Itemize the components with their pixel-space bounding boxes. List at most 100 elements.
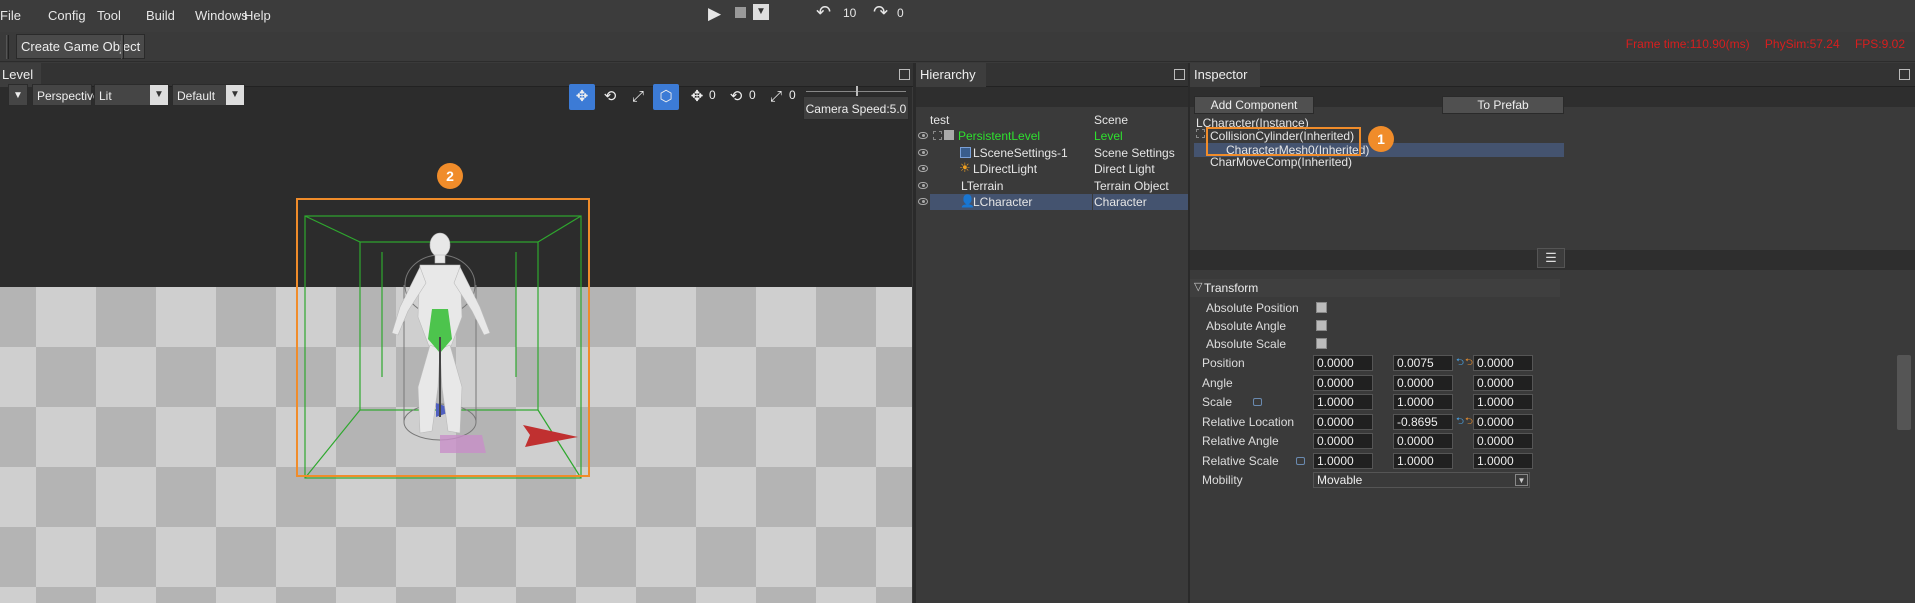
menu-windows[interactable]: Windows [195, 8, 248, 23]
dock-pin-icon[interactable] [1899, 69, 1910, 80]
menu-tool[interactable]: Tool [97, 8, 121, 23]
hierarchy-row-scenesettings[interactable]: LSceneSettings-1 Scene Settings [916, 145, 1188, 161]
visibility-eye-icon[interactable] [918, 198, 928, 205]
angle-x-field[interactable]: 0.0000 [1313, 375, 1373, 391]
collapse-toggle-icon[interactable] [1196, 129, 1205, 138]
hierarchy-search-input[interactable] [916, 87, 1188, 107]
transform-section-header[interactable]: ▽ Transform [1190, 279, 1560, 297]
relative-scale-label: Relative Scale [1202, 454, 1279, 468]
hierarchy-item-label: LTerrain [961, 179, 1004, 193]
visibility-eye-icon[interactable] [918, 149, 928, 156]
create-game-object-button[interactable]: Create Game Object [16, 34, 146, 59]
menu-build[interactable]: Build [146, 8, 175, 23]
hierarchy-item-type: Terrain Object [1094, 179, 1169, 193]
viewport-options-icon[interactable]: ▼ [8, 84, 28, 106]
relative-angle-z-field[interactable]: 0.0000 [1473, 433, 1533, 449]
add-component-button[interactable]: Add Component [1194, 96, 1314, 114]
inspector-scrollbar[interactable] [1897, 355, 1911, 430]
component-charmovecomp[interactable]: CharMoveComp(Inherited) [1210, 155, 1352, 169]
link-icon[interactable]: ⮌ [1456, 414, 1464, 431]
toolbar-grip[interactable] [6, 35, 9, 59]
rotate-tool-icon[interactable]: ⟲ [597, 84, 623, 110]
list-menu-icon[interactable]: ☰ [1537, 248, 1565, 268]
hierarchy-row-persistentlevel[interactable]: PersistentLevel Level [916, 128, 1188, 144]
lock-icon[interactable] [1253, 398, 1262, 406]
collapse-triangle-icon: ▽ [1194, 281, 1203, 293]
hierarchy-row-character[interactable]: 👤 LCharacter Character [916, 194, 1188, 210]
position-y-field[interactable]: 0.0075 [1393, 355, 1453, 371]
move-snap-icon[interactable]: ✥ [687, 84, 707, 110]
scale-z-field[interactable]: 1.0000 [1473, 394, 1533, 410]
relative-location-y-field[interactable]: -0.8695 [1393, 414, 1453, 430]
scale-tool-icon[interactable]: ⤢ [625, 84, 651, 110]
reset-icon[interactable]: ⮌ [1465, 414, 1473, 431]
play-icon[interactable]: ▶ [708, 4, 721, 24]
menu-help[interactable]: Help [244, 8, 271, 23]
hierarchy-panel-header: Hierarchy [916, 63, 1188, 87]
relative-scale-y-field[interactable]: 1.0000 [1393, 453, 1453, 469]
absolute-scale-checkbox[interactable] [1316, 338, 1327, 349]
visibility-eye-icon[interactable] [918, 182, 928, 189]
visibility-eye-icon[interactable] [918, 132, 928, 139]
relative-location-x-field[interactable]: 0.0000 [1313, 414, 1373, 430]
visibility-eye-icon[interactable] [918, 165, 928, 172]
mobility-select[interactable]: Movable ▼ [1313, 472, 1530, 488]
hierarchy-row-directlight[interactable]: ☀ LDirectLight Direct Light [916, 161, 1188, 177]
sun-icon: ☀ [959, 160, 971, 175]
redo-icon[interactable]: ↷ [873, 2, 888, 23]
dock-pin-icon[interactable] [899, 69, 910, 80]
viewport-highlight-box [296, 198, 590, 477]
camera-speed-slider-handle[interactable] [856, 86, 858, 96]
angle-z-field[interactable]: 0.0000 [1473, 375, 1533, 391]
menu-file[interactable]: File [0, 8, 21, 23]
reset-icon[interactable]: ⮌ [1465, 355, 1473, 372]
angle-y-field[interactable]: 0.0000 [1393, 375, 1453, 391]
play-options-dropdown-icon[interactable]: ▼ [753, 4, 769, 20]
character-icon: 👤 [960, 194, 975, 208]
dock-pin-icon[interactable] [1174, 69, 1185, 80]
relative-location-z-field[interactable]: 0.0000 [1473, 414, 1533, 430]
lock-icon[interactable] [1296, 457, 1305, 465]
menu-bar: File Config Tool Build Windows Help ▶ ▼ … [0, 0, 1915, 32]
move-tool-icon[interactable]: ✥ [569, 84, 595, 110]
rotate-snap-icon[interactable]: ⟲ [725, 84, 747, 110]
absolute-angle-label: Absolute Angle [1206, 319, 1287, 333]
level-viewport[interactable]: 2 [0, 87, 912, 603]
camera-speed-label: Camera Speed:5.0 [803, 96, 909, 120]
position-z-field[interactable]: 0.0000 [1473, 355, 1533, 371]
scale-x-field[interactable]: 1.0000 [1313, 394, 1373, 410]
chevron-down-icon: ▼ [1515, 474, 1528, 486]
hierarchy-row-terrain[interactable]: LTerrain Terrain Object [916, 178, 1188, 194]
relative-angle-x-field[interactable]: 0.0000 [1313, 433, 1373, 449]
physsim-time: PhySim:57.24 [1764, 37, 1840, 51]
relative-scale-z-field[interactable]: 1.0000 [1473, 453, 1533, 469]
stop-icon[interactable] [735, 7, 746, 18]
tab-hierarchy[interactable]: Hierarchy [916, 63, 986, 87]
scale-snap-value: 0 [789, 88, 796, 102]
view-mode-button[interactable]: Perspective [32, 84, 100, 106]
absolute-position-checkbox[interactable] [1316, 302, 1327, 313]
scale-y-field[interactable]: 1.0000 [1393, 394, 1453, 410]
world-space-icon[interactable]: ⬡ [653, 84, 679, 110]
scale-snap-icon[interactable]: ⤢ [765, 84, 787, 110]
menu-config[interactable]: Config [48, 8, 86, 23]
undo-icon[interactable]: ↶ [816, 2, 831, 23]
absolute-angle-checkbox[interactable] [1316, 320, 1327, 331]
profile-select[interactable]: Default ▼ [172, 84, 245, 106]
position-x-field[interactable]: 0.0000 [1313, 355, 1373, 371]
relative-scale-x-field[interactable]: 1.0000 [1313, 453, 1373, 469]
scale-label: Scale [1202, 395, 1233, 409]
scene-type: Scene [1094, 113, 1129, 127]
chevron-down-icon: ▼ [226, 85, 244, 105]
absolute-position-label: Absolute Position [1206, 301, 1299, 315]
performance-stats: Frame time:110.90(ms) PhySim:57.24 FPS:9… [1614, 37, 1905, 51]
panel-splitter[interactable] [913, 63, 916, 603]
to-prefab-button[interactable]: To Prefab [1442, 96, 1564, 114]
relative-angle-y-field[interactable]: 0.0000 [1393, 433, 1453, 449]
toolbar-grip[interactable] [121, 35, 124, 59]
link-icon[interactable]: ⮌ [1456, 355, 1464, 372]
tab-inspector[interactable]: Inspector [1190, 63, 1260, 87]
collapse-toggle-icon[interactable] [933, 131, 942, 140]
fps-counter: FPS:9.02 [1854, 37, 1905, 51]
lighting-select[interactable]: Lit ▼ [94, 84, 169, 106]
